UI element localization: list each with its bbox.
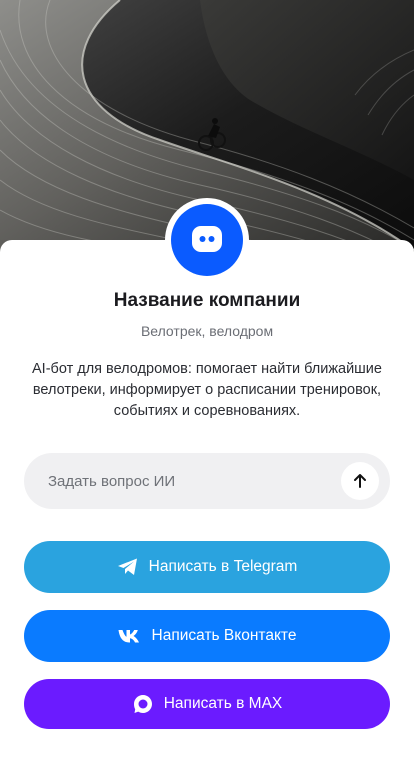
ask-ai-input[interactable]: [24, 453, 324, 509]
max-icon: [132, 693, 154, 715]
ask-ai-field: [24, 453, 390, 509]
arrow-up-icon: [354, 474, 366, 488]
company-category: Велотрек, велодром: [140, 323, 274, 339]
telegram-icon: [117, 557, 139, 577]
avatar-circle: [171, 204, 243, 276]
page: Название компании Велотрек, велодром AI-…: [0, 0, 414, 770]
max-button[interactable]: Написать в MAX: [24, 679, 390, 729]
vk-button[interactable]: Написать Вконтакте: [24, 610, 390, 662]
telegram-button-label: Написать в Telegram: [148, 558, 298, 575]
company-description: AI-бот для велодромов: помогает найти бл…: [32, 361, 382, 419]
telegram-button[interactable]: Написать в Telegram: [24, 541, 390, 593]
avatar: [165, 198, 249, 282]
vk-button-label: Написать Вконтакте: [151, 627, 297, 644]
send-button[interactable]: [341, 462, 379, 500]
bot-icon: [192, 226, 222, 252]
vk-icon: [118, 629, 142, 643]
company-title: Название компании: [113, 290, 301, 311]
max-button-label: Написать в MAX: [163, 695, 283, 712]
